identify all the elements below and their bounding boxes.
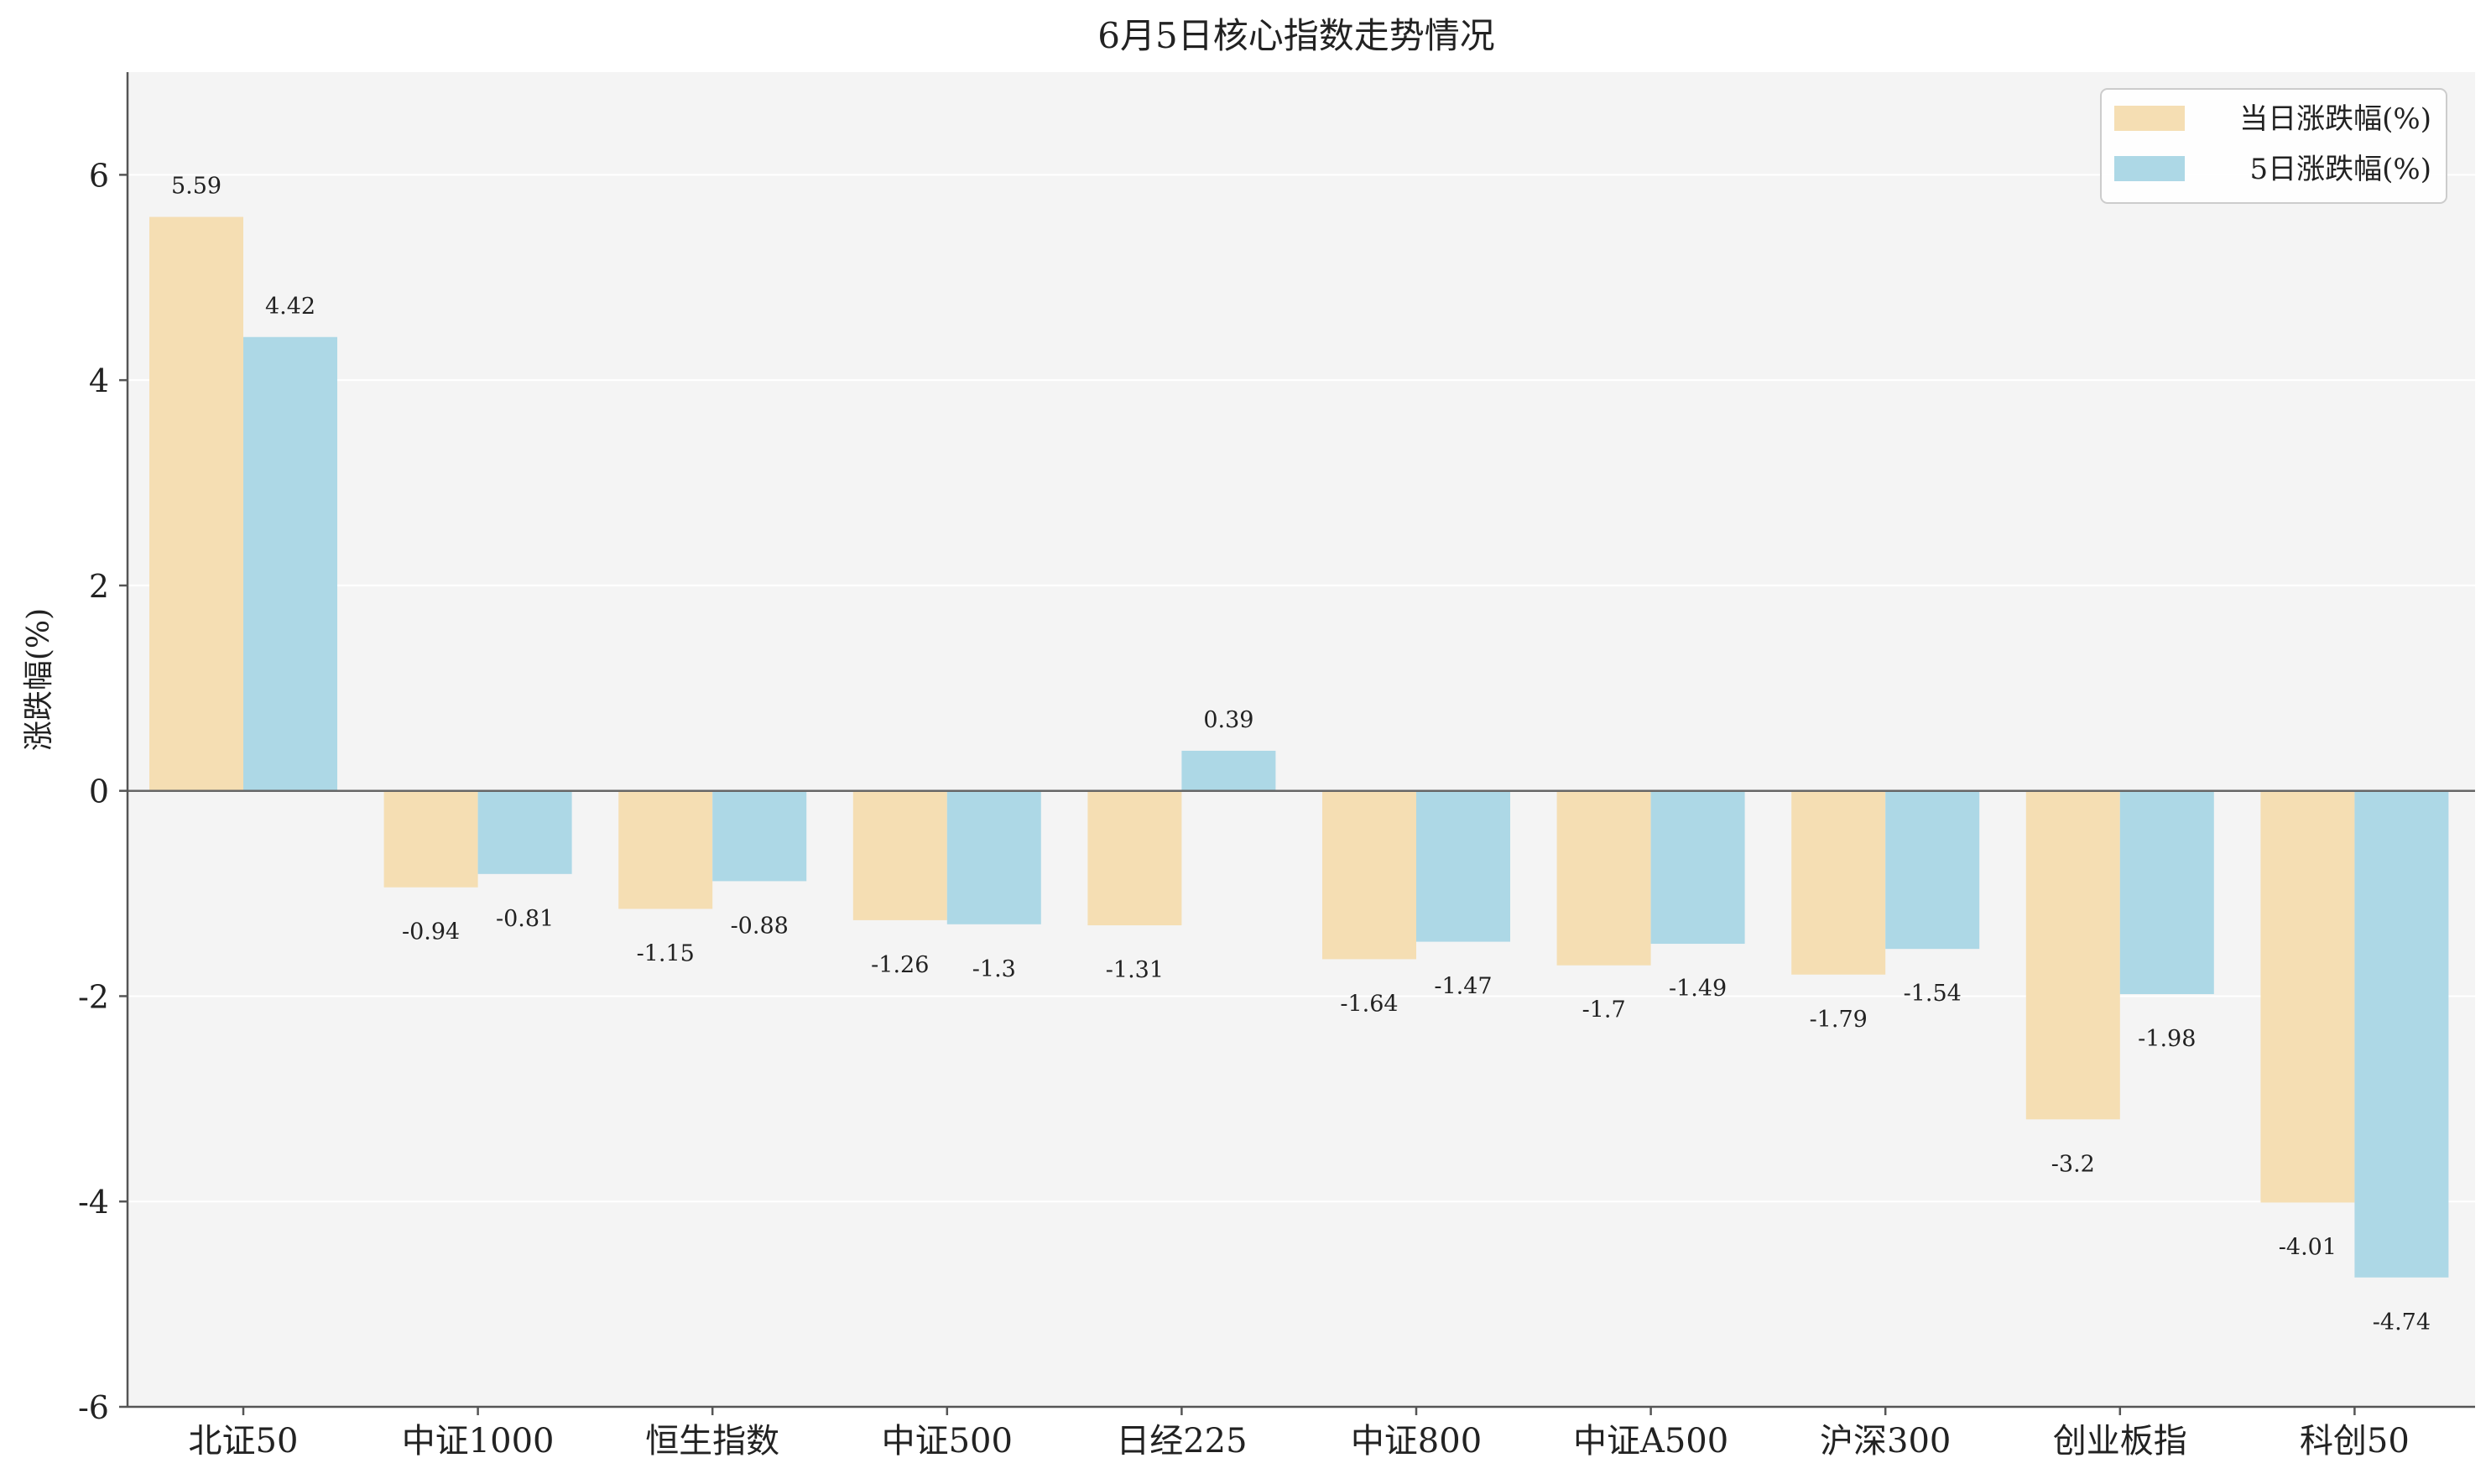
bar-five-day <box>1885 790 1980 950</box>
bar-five-day <box>243 336 337 791</box>
bar-daily <box>618 790 713 909</box>
data-label: 0.39 <box>1203 707 1253 733</box>
y-tick-label: -2 <box>78 978 109 1015</box>
x-tick-label: 创业板指 <box>2053 1422 2187 1461</box>
bar-daily <box>852 790 947 920</box>
bar-five-day <box>1181 750 1276 791</box>
x-tick-label: 北证50 <box>189 1422 299 1461</box>
x-ticks: 北证50 中证1000 恒生指数 中证500 日经225 中证800 中证A500 沪深300… <box>189 1407 2410 1461</box>
bar-chart: 6月5日核心指数走势情况 涨跌幅(%) -6 -4 -2 0 2 4 6 北证50 中证100… <box>22 15 2475 1461</box>
x-tick-label: 沪深300 <box>1820 1422 1951 1461</box>
legend: 当日涨跌幅(%) 5日涨跌幅(%) <box>2100 88 2447 204</box>
bar-daily <box>2025 790 2120 1120</box>
y-tick-label: 0 <box>89 773 109 810</box>
x-tick-label: 日经225 <box>1116 1422 1247 1461</box>
bar-five-day <box>2354 790 2449 1278</box>
data-label: -4.01 <box>2279 1234 2337 1260</box>
bar-five-day <box>946 790 1041 924</box>
data-label: -1.7 <box>1582 997 1626 1023</box>
data-label: 4.42 <box>265 294 315 320</box>
y-tick-label: -4 <box>78 1184 109 1221</box>
x-tick-label: 中证500 <box>882 1422 1013 1461</box>
data-label: -4.74 <box>2373 1310 2431 1336</box>
x-tick-label: 恒生指数 <box>645 1422 779 1461</box>
chart-title: 6月5日核心指数走势情况 <box>1097 15 1494 56</box>
y-tick-label: -6 <box>78 1389 109 1426</box>
data-label: -1.26 <box>871 952 929 978</box>
data-label: -0.81 <box>496 906 554 932</box>
data-label: -1.3 <box>972 956 1016 982</box>
data-label: -1.47 <box>1434 974 1492 1000</box>
data-label: -1.31 <box>1106 957 1164 983</box>
data-label: -1.98 <box>2138 1026 2196 1052</box>
bar-daily <box>1322 790 1416 960</box>
bar-five-day <box>712 790 807 882</box>
y-ticks: -6 -4 -2 0 2 4 6 <box>78 157 128 1426</box>
legend-label: 当日涨跌幅(%) <box>2239 102 2431 136</box>
bar-five-day <box>477 790 572 874</box>
data-label: -0.94 <box>402 919 460 945</box>
legend-label: 5日涨跌幅(%) <box>2250 153 2431 186</box>
bar-daily <box>149 216 243 791</box>
bar-daily <box>383 790 478 888</box>
bar-daily <box>2260 790 2355 1203</box>
bar-daily <box>1087 790 1182 926</box>
y-tick-label: 4 <box>89 362 109 399</box>
plot-area <box>128 72 2475 1407</box>
y-tick-label: 6 <box>89 157 109 194</box>
data-label: -0.88 <box>731 913 789 939</box>
y-tick-label: 2 <box>89 568 109 605</box>
data-label: -1.79 <box>1810 1007 1868 1033</box>
y-axis-label: 涨跌幅(%) <box>22 608 56 751</box>
bar-five-day <box>1650 790 1745 945</box>
data-label: -3.2 <box>2051 1151 2095 1177</box>
data-label: -1.54 <box>1904 981 1962 1007</box>
data-label: -1.15 <box>637 940 695 966</box>
legend-swatch <box>2114 106 2185 131</box>
data-label: -1.64 <box>1340 991 1398 1017</box>
bar-five-day <box>2119 790 2214 995</box>
chart-root: 6月5日核心指数走势情况 涨跌幅(%) -6 -4 -2 0 2 4 6 北证50 中证100… <box>0 0 2491 1484</box>
bar-five-day <box>1416 790 1510 942</box>
bar-daily <box>1791 790 1886 975</box>
x-tick-label: 中证1000 <box>402 1422 555 1461</box>
x-tick-label: 科创50 <box>2300 1422 2410 1461</box>
data-label: -1.49 <box>1669 976 1727 1002</box>
data-label: 5.59 <box>171 174 221 200</box>
plot-background <box>128 72 2475 1407</box>
x-tick-label: 中证A500 <box>1573 1422 1728 1461</box>
legend-swatch <box>2114 156 2185 181</box>
x-tick-label: 中证800 <box>1351 1422 1482 1461</box>
bar-daily <box>1556 790 1651 966</box>
